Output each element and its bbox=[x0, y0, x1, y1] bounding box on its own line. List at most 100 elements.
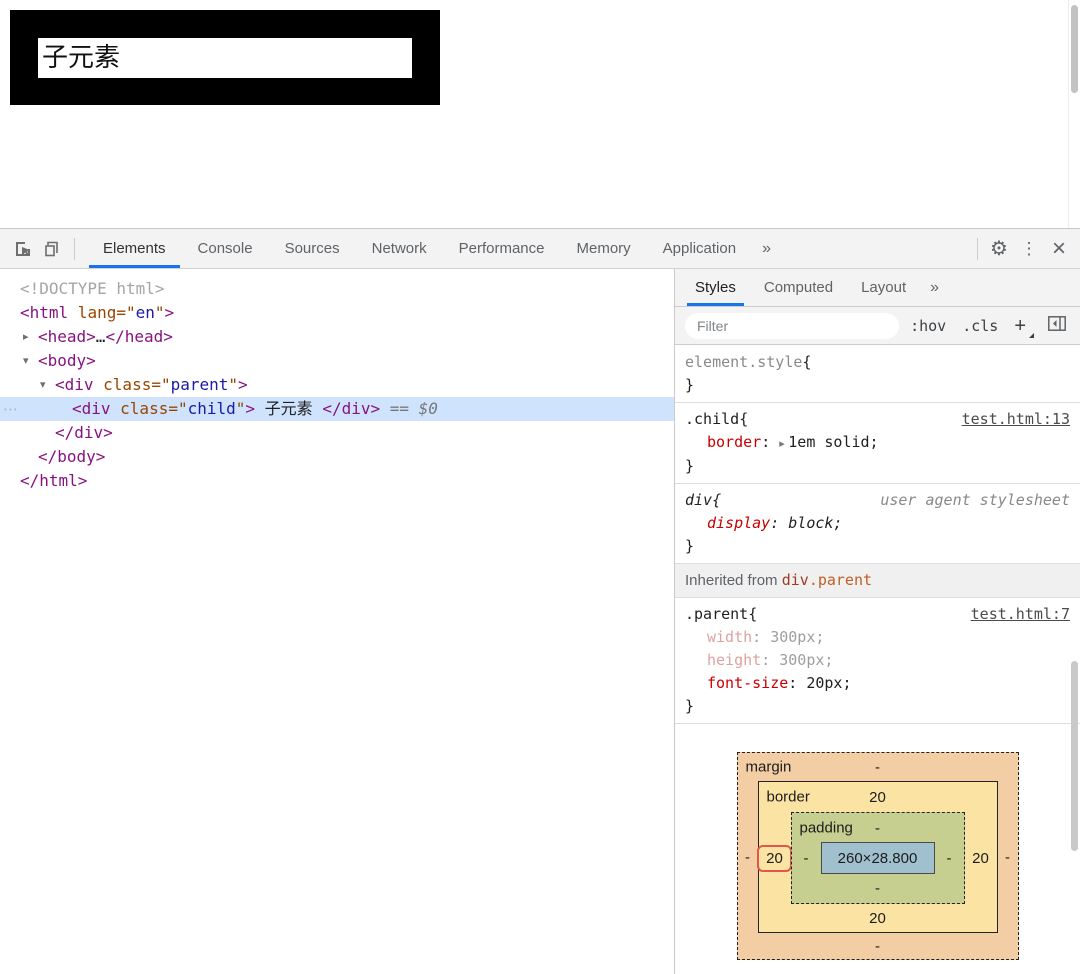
device-toolbar-icon[interactable] bbox=[38, 234, 68, 264]
expand-shorthand-icon[interactable]: ▸ bbox=[779, 437, 788, 450]
border-top-value[interactable]: 20 bbox=[869, 789, 886, 806]
tree-line-5[interactable]: ⋯<div class="child"> 子元素 </div> == $0 bbox=[0, 397, 674, 421]
rule-header: .parent {test.html:7 bbox=[685, 603, 1070, 626]
code-token: </html> bbox=[20, 471, 87, 490]
sidebar-tab-computed[interactable]: Computed bbox=[750, 269, 847, 306]
property-value[interactable]: 300px; bbox=[770, 628, 824, 646]
rule-selector[interactable]: element.style bbox=[685, 351, 802, 374]
css-property-border[interactable]: border: ▸ 1em solid; bbox=[685, 431, 1070, 455]
settings-gear-icon[interactable]: ⚙ bbox=[984, 234, 1014, 264]
border-bottom-value[interactable]: 20 bbox=[869, 910, 886, 927]
box-model-border[interactable]: border 20 20 padding - bbox=[758, 781, 998, 933]
border-left-cell: 20 bbox=[759, 812, 791, 904]
twisty-collapsed-icon[interactable]: ▸ bbox=[23, 325, 29, 349]
tree-line-1[interactable]: <html lang="en"> bbox=[0, 301, 674, 325]
source-location-link[interactable]: test.html:7 bbox=[971, 603, 1070, 626]
close-glyph: × bbox=[1052, 237, 1066, 261]
code-token: 子元素 bbox=[255, 399, 322, 418]
tab-console[interactable]: Console bbox=[182, 229, 269, 268]
code-token: <!DOCTYPE html> bbox=[20, 279, 165, 298]
more-actions-dots-icon[interactable]: ⋯ bbox=[3, 397, 19, 421]
twisty-expanded-icon[interactable]: ▾ bbox=[23, 349, 29, 373]
styles-filter-input[interactable] bbox=[685, 313, 899, 339]
tree-line-6[interactable]: </div> bbox=[0, 421, 674, 445]
tree-line-8[interactable]: </html> bbox=[0, 469, 674, 493]
sidebar-toggle-icon[interactable] bbox=[1048, 316, 1066, 336]
tree-line-3[interactable]: ▾ <body> bbox=[0, 349, 674, 373]
margin-bottom-value[interactable]: - bbox=[875, 938, 880, 955]
property-name[interactable]: height bbox=[707, 651, 761, 669]
padding-top-value[interactable]: - bbox=[875, 820, 880, 837]
sidebar-more-tabs-chevron[interactable]: » bbox=[920, 269, 949, 306]
property-name[interactable]: display bbox=[707, 514, 770, 532]
tab-elements[interactable]: Elements bbox=[87, 229, 182, 268]
inherited-from-bar: Inherited from div.parent bbox=[675, 564, 1080, 598]
code-token: <body> bbox=[38, 351, 96, 370]
margin-label: margin bbox=[746, 759, 792, 776]
rule-selector[interactable]: div bbox=[685, 489, 712, 512]
tab-memory[interactable]: Memory bbox=[561, 229, 647, 268]
tab-performance[interactable]: Performance bbox=[443, 229, 561, 268]
code-token: =" bbox=[168, 399, 187, 418]
inherited-ancestor-class[interactable]: .parent bbox=[809, 571, 872, 589]
sidebar-tab-styles[interactable]: Styles bbox=[681, 269, 750, 306]
css-property-height[interactable]: height: 300px; bbox=[685, 649, 1070, 672]
styles-scrollbar-thumb[interactable] bbox=[1071, 661, 1078, 851]
new-style-rule-button[interactable]: + bbox=[1014, 316, 1032, 336]
border-left-value-highlighted[interactable]: 20 bbox=[757, 845, 792, 872]
tree-line-4[interactable]: ▾<div class="parent"> bbox=[0, 373, 674, 397]
styles-sidebar-tab-bar: StylesComputedLayout» bbox=[675, 269, 1080, 307]
styles-sidebar-pane: StylesComputedLayout» :hov .cls + elemen… bbox=[675, 269, 1080, 974]
inspect-element-icon[interactable] bbox=[8, 234, 38, 264]
code-token: lang bbox=[68, 303, 116, 322]
box-model-content[interactable]: 260×28.800 bbox=[821, 842, 935, 874]
code-token: =" bbox=[151, 375, 170, 394]
devtools-toolbar: ElementsConsoleSourcesNetworkPerformance… bbox=[0, 229, 1080, 269]
rule-selector[interactable]: .parent bbox=[685, 603, 748, 626]
toggle-element-state-button[interactable]: :hov bbox=[910, 317, 946, 335]
padding-bottom-value[interactable]: - bbox=[875, 880, 880, 897]
padding-right-value[interactable]: - bbox=[935, 843, 964, 873]
css-property-font-size[interactable]: font-size: 20px; bbox=[685, 672, 1070, 695]
tree-line-7[interactable]: </body> bbox=[0, 445, 674, 469]
css-property-display[interactable]: display: block; bbox=[685, 512, 1070, 535]
border-right-value[interactable]: 20 bbox=[965, 812, 997, 904]
page-scrollbar[interactable] bbox=[1068, 0, 1080, 228]
property-value[interactable]: 1em solid; bbox=[788, 433, 878, 451]
tree-line-2[interactable]: ▸<head>…</head> bbox=[0, 325, 674, 349]
stylesheet-origin-label: user agent stylesheet bbox=[880, 489, 1070, 512]
page-scrollbar-thumb[interactable] bbox=[1071, 5, 1078, 93]
element-classes-button[interactable]: .cls bbox=[962, 317, 998, 335]
box-model-padding[interactable]: padding - - 260×28.800 bbox=[791, 812, 965, 904]
property-name[interactable]: border bbox=[707, 433, 761, 451]
tree-line-0[interactable]: <!DOCTYPE html> bbox=[0, 277, 674, 301]
margin-right-value[interactable]: - bbox=[998, 781, 1018, 933]
close-devtools-icon[interactable]: × bbox=[1044, 234, 1074, 264]
property-value[interactable]: 20px; bbox=[806, 674, 851, 692]
margin-left-value[interactable]: - bbox=[738, 781, 758, 933]
rule-selector[interactable]: .child bbox=[685, 408, 739, 431]
margin-top-value[interactable]: - bbox=[875, 759, 880, 776]
more-options-kebab-icon[interactable]: ⋮ bbox=[1014, 234, 1044, 264]
twisty-expanded-icon[interactable]: ▾ bbox=[40, 373, 46, 397]
sidebar-tab-layout[interactable]: Layout bbox=[847, 269, 920, 306]
tab-network[interactable]: Network bbox=[356, 229, 443, 268]
css-rule-parent: .parent {test.html:7width: 300px;height:… bbox=[675, 598, 1080, 724]
padding-left-value[interactable]: - bbox=[792, 843, 821, 873]
tab-application[interactable]: Application bbox=[647, 229, 752, 268]
css-rule-div-ua: div {user agent stylesheetdisplay: block… bbox=[675, 484, 1080, 564]
inherited-ancestor-tag[interactable]: div bbox=[782, 571, 809, 589]
code-token: <head> bbox=[38, 327, 96, 346]
property-value[interactable]: 300px; bbox=[779, 651, 833, 669]
more-tabs-chevron[interactable]: » bbox=[752, 229, 781, 268]
tab-sources[interactable]: Sources bbox=[269, 229, 356, 268]
css-property-width[interactable]: width: 300px; bbox=[685, 626, 1070, 649]
code-token: en bbox=[136, 303, 155, 322]
property-name[interactable]: font-size bbox=[707, 674, 788, 692]
box-model-margin[interactable]: margin - - border 20 bbox=[737, 752, 1019, 960]
source-location-link[interactable]: test.html:13 bbox=[962, 408, 1070, 431]
code-token: </body> bbox=[38, 447, 105, 466]
property-value[interactable]: block; bbox=[788, 514, 842, 532]
property-name[interactable]: width bbox=[707, 628, 752, 646]
browser-viewport: 子元素 bbox=[0, 0, 1080, 228]
